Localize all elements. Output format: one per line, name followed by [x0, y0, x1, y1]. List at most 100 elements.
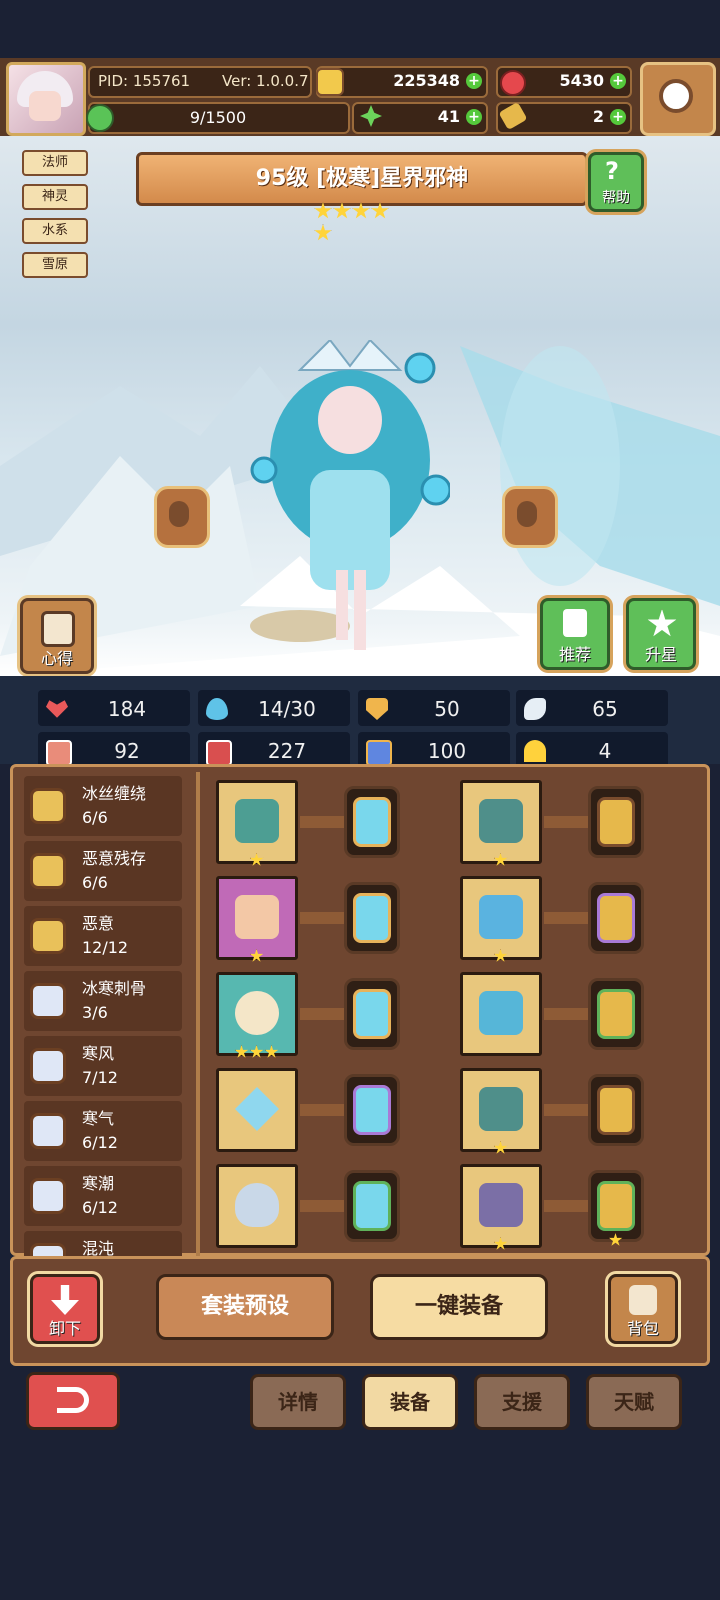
- stat-speed: 65: [516, 690, 668, 726]
- set-name: 恶意: [82, 914, 115, 933]
- next-hero-button[interactable]: [502, 486, 558, 548]
- clover-bar: 41 +: [352, 102, 488, 134]
- stat-magic: 227: [198, 732, 350, 768]
- rune-socket[interactable]: [588, 978, 644, 1050]
- set-item[interactable]: 寒风 7/12: [24, 1036, 182, 1096]
- gem-socket[interactable]: [344, 786, 400, 858]
- set-count: 6/12: [82, 1198, 118, 1217]
- set-bonus-list[interactable]: 冰丝缠绕 6/6 恶意残存 6/6 恶意 12/12 冰寒刺骨 3/6 寒风 7…: [24, 776, 186, 1256]
- avatar-face: [29, 91, 61, 121]
- equip-slot-crystal[interactable]: [216, 1068, 298, 1152]
- star-up-button[interactable]: 升星: [626, 598, 696, 670]
- help-button[interactable]: ? 帮助: [588, 152, 644, 212]
- equip-slot-belt[interactable]: [460, 1068, 542, 1154]
- star-icon: [493, 853, 508, 866]
- rune-socket[interactable]: [588, 1170, 644, 1246]
- stat-value: 92: [114, 739, 140, 763]
- star-icon: [249, 853, 264, 866]
- star-icon: [314, 224, 332, 241]
- set-name: 混沌: [82, 1239, 115, 1256]
- key-icon: [498, 101, 528, 131]
- gem-socket[interactable]: [344, 1170, 400, 1242]
- settings-button[interactable]: [640, 62, 716, 136]
- auto-equip-button[interactable]: 一键装备: [370, 1274, 548, 1340]
- set-count: 6/6: [82, 873, 108, 892]
- previous-hero-button[interactable]: [154, 486, 210, 548]
- add-clover-button[interactable]: +: [466, 109, 482, 125]
- equip-slot-ring[interactable]: [216, 1164, 298, 1248]
- shield-icon: [366, 698, 388, 720]
- equip-slot-cape[interactable]: [460, 972, 542, 1056]
- socket-link: [544, 1200, 590, 1212]
- player-avatar[interactable]: [6, 62, 86, 136]
- necklace-icon: [235, 991, 279, 1035]
- equip-slot-necklace[interactable]: [216, 972, 298, 1058]
- tab-talent[interactable]: 天赋: [586, 1374, 682, 1430]
- equip-slot-hat[interactable]: [216, 876, 298, 962]
- gem-value: 5430: [559, 71, 604, 90]
- help-label: 帮助: [602, 190, 630, 206]
- thumbs-up-icon: [563, 609, 587, 637]
- action-bar: [10, 1256, 710, 1366]
- recommend-button[interactable]: 推荐: [540, 598, 610, 670]
- set-item[interactable]: 混沌: [24, 1231, 182, 1256]
- gem-socket[interactable]: [344, 882, 400, 954]
- equip-slot-robe[interactable]: [460, 876, 542, 962]
- tag-mage[interactable]: 法师: [22, 150, 88, 176]
- tag-water[interactable]: 水系: [22, 218, 88, 244]
- rune-icon: [597, 893, 635, 943]
- star-icon: [314, 202, 332, 219]
- socket-link: [544, 912, 590, 924]
- star-up-label: 升星: [644, 645, 677, 664]
- socket-link: [300, 1008, 346, 1020]
- return-arrow-icon: [57, 1387, 89, 1413]
- gold-set-icon: [30, 918, 66, 954]
- gem-socket[interactable]: [344, 978, 400, 1050]
- hero-character-sprite[interactable]: [250, 338, 452, 660]
- fist-icon: [46, 740, 72, 766]
- gold-coin-icon: [316, 68, 344, 96]
- insight-button[interactable]: 心得: [20, 598, 94, 674]
- equipment-grid: [216, 780, 686, 1250]
- unequip-button[interactable]: 卸下: [30, 1274, 100, 1344]
- star-icon: [333, 202, 351, 219]
- back-button[interactable]: [26, 1372, 120, 1430]
- ice-set-icon: [30, 1178, 66, 1214]
- clover-icon: [360, 105, 382, 127]
- set-item[interactable]: 冰寒刺骨 3/6: [24, 971, 182, 1031]
- add-gems-button[interactable]: +: [610, 73, 626, 89]
- set-preset-button[interactable]: 套装预设: [156, 1274, 334, 1340]
- tab-equipment[interactable]: 装备: [362, 1374, 458, 1430]
- set-item[interactable]: 恶意 12/12: [24, 906, 182, 966]
- equip-slot-weapon[interactable]: [216, 780, 298, 866]
- set-item[interactable]: 寒潮 6/12: [24, 1166, 182, 1226]
- rune-socket[interactable]: [588, 882, 644, 954]
- tab-details[interactable]: 详情: [250, 1374, 346, 1430]
- tag-snowfield[interactable]: 雪原: [22, 252, 88, 278]
- set-name: 寒风: [82, 1044, 115, 1063]
- set-item[interactable]: 恶意残存 6/6: [24, 841, 182, 901]
- add-keys-button[interactable]: +: [610, 109, 626, 125]
- rune-socket[interactable]: [588, 786, 644, 858]
- stat-value: 14/30: [258, 697, 316, 721]
- item-stars: [219, 948, 295, 967]
- equip-slot-boots[interactable]: [460, 1164, 542, 1250]
- gem-socket[interactable]: [344, 1074, 400, 1146]
- stat-value: 4: [598, 739, 612, 763]
- clover-value: 41: [437, 107, 460, 126]
- book-icon: [206, 740, 232, 766]
- add-gold-button[interactable]: +: [466, 73, 482, 89]
- tab-support[interactable]: 支援: [474, 1374, 570, 1430]
- star-icon: [493, 949, 508, 962]
- equip-slot-armor[interactable]: [460, 780, 542, 866]
- tag-deity[interactable]: 神灵: [22, 184, 88, 210]
- arrow-right-icon: [517, 501, 537, 527]
- item-stars: [463, 1236, 539, 1255]
- bag-button[interactable]: 背包: [608, 1274, 678, 1344]
- set-name: 冰寒刺骨: [82, 979, 147, 998]
- key-bar: 2 +: [496, 101, 632, 134]
- panel-divider: [196, 772, 200, 1256]
- rune-socket[interactable]: [588, 1074, 644, 1146]
- set-item[interactable]: 寒气 6/12: [24, 1101, 182, 1161]
- set-item[interactable]: 冰丝缠绕 6/6: [24, 776, 182, 836]
